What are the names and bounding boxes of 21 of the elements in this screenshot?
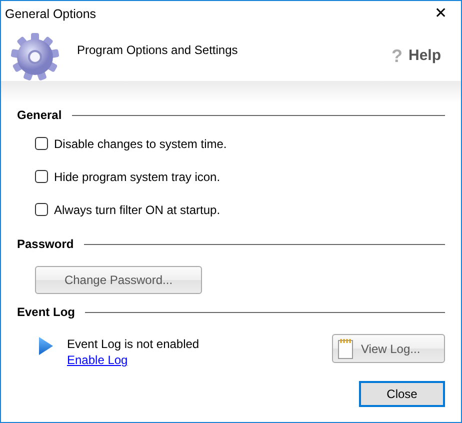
option-label: Hide program system tray icon. bbox=[54, 168, 220, 186]
change-password-button[interactable]: Change Password... bbox=[35, 266, 202, 294]
section-heading: Password bbox=[17, 236, 74, 253]
close-dialog-button[interactable]: Close bbox=[359, 381, 445, 407]
window-title: General Options bbox=[5, 6, 96, 23]
checkbox[interactable] bbox=[35, 203, 48, 216]
gear-icon bbox=[9, 31, 61, 83]
checkbox[interactable] bbox=[35, 170, 48, 183]
option-label: Disable changes to system time. bbox=[54, 136, 227, 152]
enable-log-link[interactable]: Enable Log bbox=[67, 352, 200, 368]
status-text: Event Log is not enabled bbox=[67, 336, 200, 352]
checkbox[interactable] bbox=[35, 137, 48, 150]
play-icon bbox=[38, 336, 54, 356]
section-heading: General bbox=[17, 107, 62, 124]
option-label: Always turn filter ON at startup. bbox=[54, 202, 220, 218]
section-heading: Event Log bbox=[17, 304, 76, 321]
notepad-icon bbox=[338, 338, 353, 359]
help-button[interactable]: ? Help bbox=[391, 43, 441, 70]
subtitle: Program Options and Settings bbox=[77, 42, 238, 59]
view-log-button[interactable]: View Log... bbox=[332, 334, 445, 363]
close-button[interactable]: ✕ bbox=[421, 1, 461, 27]
